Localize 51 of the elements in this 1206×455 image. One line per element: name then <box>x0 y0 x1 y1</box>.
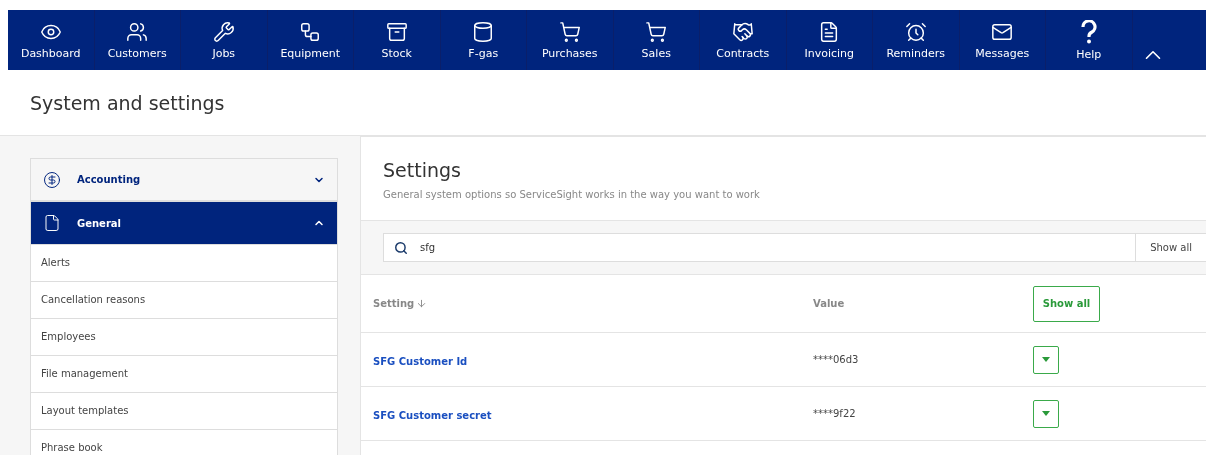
search-icon <box>394 240 408 255</box>
caret-icon <box>1042 357 1050 362</box>
nav-item[interactable]: Purchases <box>527 10 614 70</box>
cart-icon <box>558 20 581 43</box>
nav-item[interactable]: Equipment <box>267 10 354 70</box>
sort-arrow-icon <box>416 298 428 309</box>
sidebar-item[interactable]: Alerts <box>30 245 338 282</box>
people-icon <box>126 20 149 43</box>
nav-item[interactable]: Reminders <box>873 10 960 70</box>
section-label: Accounting <box>77 174 142 185</box>
panel-subtitle: General system options so ServiceSight works in the way you want to work <box>383 189 761 200</box>
accordion-header[interactable]: General <box>30 201 338 245</box>
setting-link[interactable]: SFG Customer secret <box>373 410 492 421</box>
nav-item[interactable]: Messages <box>959 10 1046 70</box>
nodes-icon <box>299 20 322 43</box>
nav-item[interactable]: Contracts <box>700 10 787 70</box>
sidebar-item[interactable]: Cancellation reasons <box>30 282 338 319</box>
nav-item[interactable]: Customers <box>94 10 181 70</box>
sidebar-item[interactable]: Employees <box>30 319 338 356</box>
nav-item[interactable]: Invoicing <box>786 10 873 70</box>
setting-value: ****06d3 <box>813 354 860 365</box>
nav-item[interactable]: Jobs <box>181 10 268 70</box>
alarm-clock-icon <box>904 20 927 43</box>
setting-value: ****9f22 <box>813 408 857 419</box>
column-header[interactable]: Setting <box>373 298 415 309</box>
sidebar-item[interactable]: Layout templates <box>30 393 338 430</box>
nav-item[interactable]: Help <box>1046 10 1133 70</box>
page-title: System and settings <box>29 91 226 116</box>
section-label: General <box>77 217 122 229</box>
caret-icon <box>1042 411 1050 416</box>
dropdown-button[interactable] <box>1033 399 1059 428</box>
panel-title: Settings <box>383 159 462 181</box>
search-field[interactable]: sfg Show all <box>383 233 1206 262</box>
document-icon <box>43 214 61 232</box>
dropdown-button[interactable] <box>1033 345 1059 374</box>
column-header: Value <box>813 298 845 309</box>
cylinder-icon <box>472 20 495 43</box>
coin-icon <box>43 170 61 189</box>
wrench-icon <box>212 20 235 43</box>
accordion-header[interactable]: Accounting <box>30 158 338 201</box>
cabinet-icon <box>385 20 408 43</box>
cart-icon <box>645 20 668 43</box>
show-all-button[interactable]: Show all <box>1033 285 1100 322</box>
nav-item[interactable]: Stock <box>354 10 441 70</box>
sidebar-item[interactable]: Phrase book <box>30 430 338 455</box>
setting-link[interactable]: SFG Customer Id <box>373 356 468 367</box>
nav-item[interactable]: Sales <box>613 10 700 70</box>
nav-item[interactable]: Dashboard <box>8 10 95 70</box>
handshake-icon <box>731 20 754 43</box>
nav-item[interactable]: F-gas <box>440 10 527 70</box>
sidebar-item[interactable]: File management <box>30 356 338 393</box>
